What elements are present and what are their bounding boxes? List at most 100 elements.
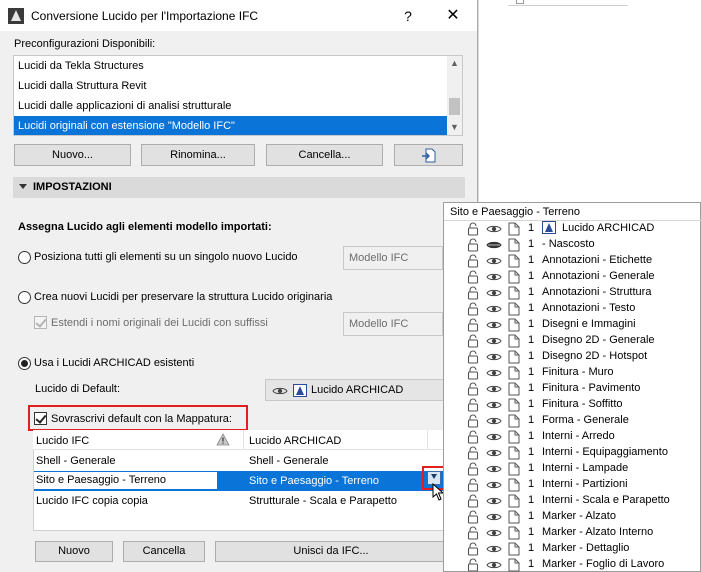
preset-item[interactable]: Lucidi dalla Struttura Revit xyxy=(14,76,447,96)
eye-icon[interactable] xyxy=(486,320,502,330)
layer-popup-item[interactable]: 1 Annotazioni - Generale xyxy=(444,268,701,284)
eye-icon[interactable] xyxy=(486,256,502,266)
layer-popup-item[interactable]: 1 - Nascosto xyxy=(444,236,701,252)
eye-icon[interactable] xyxy=(486,480,502,490)
eye-icon[interactable] xyxy=(486,272,502,282)
layer-page-icon[interactable] xyxy=(508,334,520,348)
lock-icon[interactable] xyxy=(466,494,480,508)
lock-icon[interactable] xyxy=(466,478,480,492)
eye-icon[interactable] xyxy=(486,336,502,346)
scroll-down-icon[interactable]: ▼ xyxy=(449,122,460,133)
layer-popup-item[interactable]: 1 Marker - Foglio di Lavoro xyxy=(444,556,701,572)
layer-popup-item[interactable]: 1 Finitura - Muro xyxy=(444,364,701,380)
layer-popup-item[interactable]: 1 Lucido ARCHICAD xyxy=(444,220,701,236)
layer-page-icon[interactable] xyxy=(508,510,520,524)
lock-icon[interactable] xyxy=(466,366,480,380)
layer-page-icon[interactable] xyxy=(508,366,520,380)
lock-icon[interactable] xyxy=(466,446,480,460)
eye-icon[interactable] xyxy=(486,544,502,554)
layer-page-icon[interactable] xyxy=(508,542,520,556)
layer-page-icon[interactable] xyxy=(508,270,520,284)
lock-icon[interactable] xyxy=(466,526,480,540)
layer-page-icon[interactable] xyxy=(508,398,520,412)
eye-icon[interactable] xyxy=(486,288,502,298)
mapping-row[interactable]: Shell - Generale Shell - Generale xyxy=(34,451,444,471)
layer-popup-item[interactable]: 1 Interni - Scala e Parapetto xyxy=(444,492,701,508)
lock-icon[interactable] xyxy=(466,430,480,444)
single-layer-label[interactable]: Posiziona tutti gli elementi su un singo… xyxy=(34,251,298,263)
eye-icon[interactable] xyxy=(486,528,502,538)
layer-page-icon[interactable] xyxy=(508,526,520,540)
layer-page-icon[interactable] xyxy=(508,350,520,364)
lock-icon[interactable] xyxy=(466,398,480,412)
layer-popup-item[interactable]: 1 Disegni e Immagini xyxy=(444,316,701,332)
ifc-layer-name-input[interactable]: Sito e Paesaggio - Terreno xyxy=(34,472,217,489)
preserve-structure-label[interactable]: Crea nuovi Lucidi per preservare la stru… xyxy=(34,291,332,303)
overwrite-mapping-label[interactable]: Sovrascrivi default con la Mappatura: xyxy=(51,413,232,425)
scroll-up-icon[interactable]: ▲ xyxy=(449,58,460,69)
preset-item[interactable]: Lucidi da Tekla Structures xyxy=(14,56,447,76)
layer-popup-item[interactable]: 1 Annotazioni - Etichette xyxy=(444,252,701,268)
lock-icon[interactable] xyxy=(466,238,480,252)
eye-icon[interactable] xyxy=(486,384,502,394)
default-layer-dropdown[interactable]: Lucido ARCHICAD xyxy=(265,379,445,401)
layer-popup-item[interactable]: 1 Annotazioni - Struttura xyxy=(444,284,701,300)
suffix-field[interactable]: Modello IFC xyxy=(343,312,443,336)
lock-icon[interactable] xyxy=(466,414,480,428)
header-archicad-layer[interactable]: Lucido ARCHICAD xyxy=(249,435,341,447)
delete-preset-button[interactable]: Cancella... xyxy=(266,144,383,166)
new-preset-button[interactable]: Nuovo... xyxy=(14,144,131,166)
lock-icon[interactable] xyxy=(466,270,480,284)
lock-icon[interactable] xyxy=(466,350,480,364)
layer-popup-item[interactable]: 1 Marker - Alzato Interno xyxy=(444,524,701,540)
use-existing-layers-label[interactable]: Usa i Lucidi ARCHICAD esistenti xyxy=(34,357,194,369)
scroll-thumb[interactable] xyxy=(449,98,460,115)
overwrite-mapping-checkbox[interactable] xyxy=(34,412,47,425)
layer-page-icon[interactable] xyxy=(508,414,520,428)
eye-icon[interactable] xyxy=(486,352,502,362)
extend-names-checkbox[interactable] xyxy=(34,316,47,329)
eye-icon[interactable] xyxy=(486,560,502,570)
layer-popup-item[interactable]: 1 Interni - Arredo xyxy=(444,428,701,444)
layer-popup-item[interactable]: 1 Disegno 2D - Hotspot xyxy=(444,348,701,364)
layer-popup-item[interactable]: 1 Interni - Partizioni xyxy=(444,476,701,492)
lock-icon[interactable] xyxy=(466,382,480,396)
rename-preset-button[interactable]: Rinomina... xyxy=(141,144,255,166)
preset-item-selected[interactable]: Lucidi originali con estensione "Modello… xyxy=(14,116,447,135)
layer-page-icon[interactable] xyxy=(508,558,520,572)
layer-page-icon[interactable] xyxy=(508,430,520,444)
single-layer-name-field[interactable]: Modello IFC xyxy=(343,246,443,270)
layer-popup-item[interactable]: 1 Finitura - Pavimento xyxy=(444,380,701,396)
layer-popup-item[interactable]: 1 Interni - Equipaggiamento xyxy=(444,444,701,460)
preserve-structure-radio[interactable] xyxy=(18,291,31,304)
use-existing-layers-radio[interactable] xyxy=(18,357,31,370)
layer-popup-item[interactable]: 1 Marker - Alzato xyxy=(444,508,701,524)
eye-icon[interactable] xyxy=(486,368,502,378)
eye-icon[interactable] xyxy=(486,224,502,234)
mapping-row[interactable]: Lucido IFC copia copia Strutturale - Sca… xyxy=(34,491,444,511)
delete-mapping-button[interactable]: Cancella xyxy=(123,541,205,562)
layer-page-icon[interactable] xyxy=(508,478,520,492)
layer-page-icon[interactable] xyxy=(508,222,520,236)
lock-icon[interactable] xyxy=(466,510,480,524)
hidden-eye-icon[interactable] xyxy=(486,240,502,250)
eye-icon[interactable] xyxy=(486,496,502,506)
eye-icon[interactable] xyxy=(486,464,502,474)
layer-popup-item[interactable]: 1 Interni - Lampade xyxy=(444,460,701,476)
lock-icon[interactable] xyxy=(466,254,480,268)
new-mapping-button[interactable]: Nuovo xyxy=(35,541,113,562)
merge-from-ifc-button[interactable]: Unisci da IFC... xyxy=(215,541,447,562)
eye-icon[interactable] xyxy=(486,400,502,410)
layer-page-icon[interactable] xyxy=(508,494,520,508)
mapping-row-selected[interactable]: Sito e Paesaggio - Terreno Sito e Paesag… xyxy=(34,471,444,491)
eye-icon[interactable] xyxy=(486,512,502,522)
lock-icon[interactable] xyxy=(466,462,480,476)
layer-page-icon[interactable] xyxy=(508,446,520,460)
layer-popup-item[interactable]: 1 Disegno 2D - Generale xyxy=(444,332,701,348)
lock-icon[interactable] xyxy=(466,222,480,236)
lock-icon[interactable] xyxy=(466,286,480,300)
layer-popup-item[interactable]: 1 Forma - Generale xyxy=(444,412,701,428)
close-button[interactable]: ✕ xyxy=(443,6,463,26)
layer-page-icon[interactable] xyxy=(508,254,520,268)
layer-page-icon[interactable] xyxy=(508,318,520,332)
